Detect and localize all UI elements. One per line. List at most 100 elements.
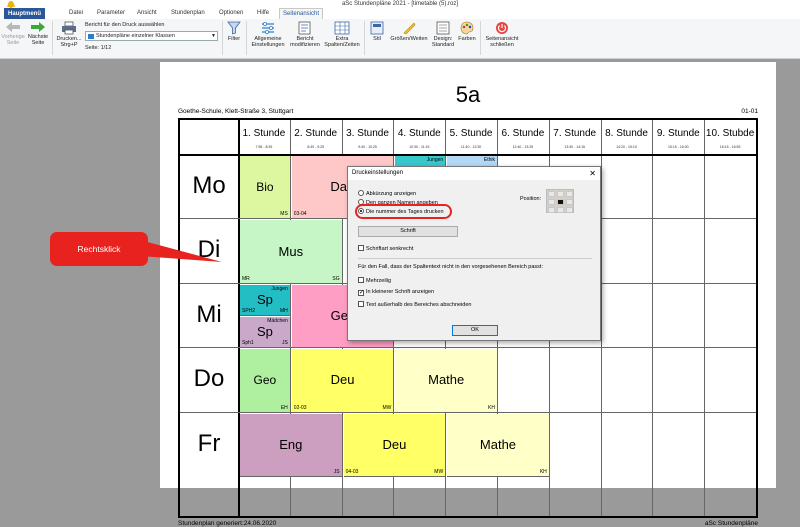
lesson-meta: 03-04 [293, 211, 307, 218]
lesson-card[interactable]: Geo EH [240, 349, 291, 413]
arrow-right-icon [31, 22, 45, 32]
style-button[interactable]: Stil [366, 21, 388, 42]
colors-button[interactable]: Farben [456, 21, 478, 42]
lesson-meta: SPH2 [242, 307, 256, 314]
day-label: Do [193, 365, 225, 393]
divider [358, 258, 592, 259]
design-button[interactable]: Design: Standard [430, 21, 456, 48]
menu-0[interactable]: Hauptmenü [4, 8, 45, 19]
lesson-subject: Sp [256, 291, 273, 307]
ok-button[interactable]: OK [452, 325, 498, 336]
period-header: 7. Stunde [553, 128, 597, 139]
power-icon [496, 22, 508, 34]
school-address: Goethe-Schule, Klett-Straße 3, Stuttgart [178, 108, 294, 115]
filter-icon [227, 21, 241, 35]
menu-7[interactable]: Seitenansicht [279, 8, 324, 19]
lesson-subject: Eng [279, 436, 303, 452]
lesson-meta: KH [539, 468, 547, 475]
next-page-button[interactable]: Nächste Seite [26, 21, 50, 46]
page-number: 01-01 [741, 108, 758, 115]
checkbox-cut-text[interactable]: Text außerhalb des Bereiches abschneiden [358, 301, 471, 308]
grid-line [652, 120, 654, 516]
lesson-card[interactable]: Mathe KH [447, 413, 550, 477]
prev-page-button[interactable]: Vorherige Seite [0, 21, 26, 46]
lesson-meta: EH [280, 404, 288, 411]
font-button[interactable]: Schrift [358, 226, 458, 237]
position-label: Position: [520, 196, 542, 202]
lesson-card[interactable]: Bio MS [240, 156, 291, 220]
highlight-ring [355, 204, 452, 219]
lesson-subject: Mathe [428, 372, 465, 388]
position-picker[interactable] [546, 189, 574, 213]
menu-2[interactable]: Parameter [94, 8, 128, 19]
menu-4[interactable]: Stundenplan [168, 8, 208, 19]
print-settings-dialog: Druckeinstellungen ✕ Abkürzung anzeigen … [347, 166, 601, 341]
grid-line [704, 120, 706, 516]
close-preview-button[interactable]: Seitenansicht schließen [482, 21, 522, 48]
period-header: 9. Stunde [656, 128, 700, 139]
lesson-meta: MW [382, 404, 392, 411]
table-icon [334, 21, 350, 35]
lesson-meta: MW [434, 468, 444, 475]
period-time: 10:30 - 11:15 [409, 145, 430, 149]
menu-5[interactable]: Optionen [216, 8, 246, 19]
lesson-subject: Deu [382, 436, 407, 452]
page-indicator: Seite: 1/12 [85, 45, 112, 51]
lesson-card[interactable]: Deu 02-03 MW [291, 349, 395, 413]
menu-3[interactable]: Ansicht [134, 8, 160, 19]
chevron-down-icon[interactable]: ▼ [211, 32, 216, 40]
lesson-card[interactable]: Mus MR SG [240, 220, 343, 284]
day-label: Mo [192, 172, 226, 199]
period-header: 4. Stunde [397, 128, 441, 139]
overflow-label: Für den Fall, dass der Spaltentext nicht… [358, 264, 543, 270]
period-time: 8:40 - 9:25 [307, 145, 325, 149]
checkbox-multiline[interactable]: Mehrzeilig [358, 277, 391, 284]
lesson-card[interactable]: Eng JS [240, 413, 343, 477]
filter-button[interactable]: Filter [224, 21, 244, 42]
period-time: 16:15 - 16:55 [719, 145, 741, 149]
close-icon[interactable]: ✕ [589, 167, 596, 180]
extra-columns-button[interactable]: Extra Spalten/Zeiten [322, 21, 362, 48]
period-time: 12:40 - 13:25 [512, 145, 534, 149]
sizes-button[interactable]: Größen/Weiten [388, 21, 430, 42]
lesson-meta: 04-03 [345, 468, 359, 475]
period-header: 8. Stunde [605, 128, 648, 139]
period-header: 2. Stunde [294, 128, 338, 139]
period-header: 5. Stunde [449, 128, 493, 139]
lesson-meta: JS [333, 468, 340, 475]
print-button[interactable]: Drucken... Strg+P [54, 21, 84, 48]
lesson-meta: Mädchen [267, 318, 288, 324]
lesson-card[interactable]: Sp Jungen SPH2 MH [240, 284, 291, 316]
title-bar: aSc Stundenpläne 2021 - [timetable (5).r… [0, 0, 800, 10]
window-title: aSc Stundenpläne 2021 - [timetable (5).r… [341, 1, 459, 7]
checkbox-smaller-font[interactable]: ✓ In kleinerer Schrift anzeigen [358, 289, 434, 296]
radio-abbreviation[interactable]: Abkürzung anzeigen [358, 190, 416, 197]
lesson-card[interactable]: Deu 04-03 MW [343, 413, 447, 477]
period-time: 11:40 - 12:30 [460, 145, 482, 149]
report-select[interactable]: Stundenpläne einzelner Klassen ▼ [85, 31, 218, 41]
settings-icon [262, 21, 274, 34]
period-time: 14:20 - 15:10 [616, 145, 637, 149]
printer-icon [62, 21, 76, 35]
lesson-meta: SG [332, 275, 340, 282]
right-click-callout: Rechtsklick [50, 232, 148, 266]
lesson-meta: MR [242, 275, 250, 282]
lesson-card[interactable]: Sp Mädchen Sph1 JS [240, 317, 291, 349]
general-settings-button[interactable]: Allgemeine Einstellungen [248, 21, 288, 48]
menu-6[interactable]: Hilfe [254, 8, 272, 19]
report-select-label: Bericht für den Druck auswählen [85, 22, 165, 28]
menu-1[interactable]: Datei [66, 8, 86, 19]
modify-report-button[interactable]: Bericht modifizieren [288, 21, 322, 48]
lesson-meta: JS [281, 340, 288, 347]
checkbox-vertical-font[interactable]: Schriftart senkrecht [358, 245, 413, 252]
lesson-subject: Sp [256, 324, 273, 340]
period-header: 6. Stunde [501, 128, 545, 139]
dialog-title: Druckeinstellungen [348, 167, 600, 180]
class-title: 5a [455, 82, 481, 107]
lesson-subject: Geo [253, 373, 277, 388]
lesson-card[interactable]: Mathe KH [395, 349, 498, 413]
palette-icon [460, 21, 474, 35]
period-time: 13:30 - 14:15 [564, 145, 586, 149]
period-header: 3. Stunde [346, 128, 389, 139]
lesson-meta: MS [280, 211, 288, 218]
